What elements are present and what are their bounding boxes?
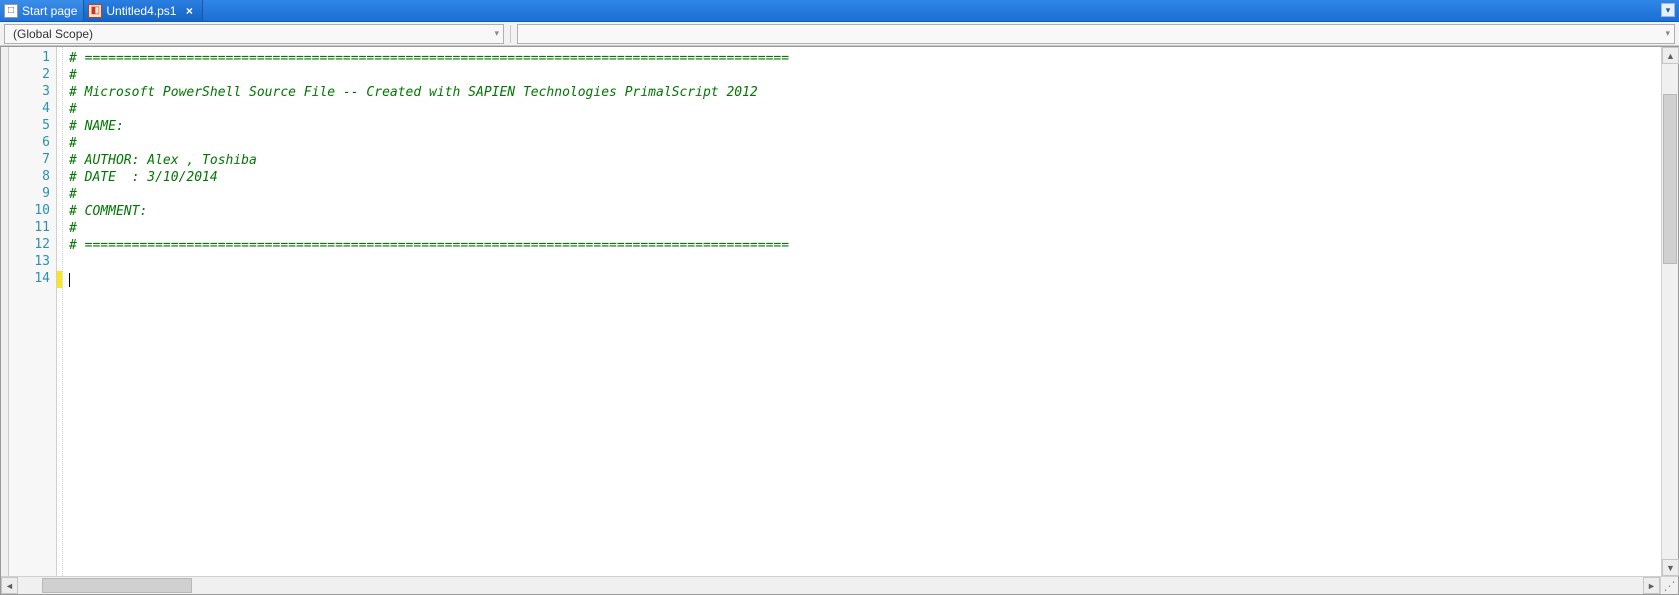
change-mark bbox=[57, 169, 62, 186]
scroll-down-icon[interactable]: ▼ bbox=[1662, 559, 1679, 576]
tab-overflow-button[interactable]: ▾ bbox=[1661, 3, 1675, 17]
vertical-scrollbar[interactable]: ▲ ▼ bbox=[1661, 47, 1678, 576]
horizontal-scrollbar[interactable]: ◄ ► ⋰ bbox=[1, 576, 1678, 594]
line-number: 12 bbox=[9, 237, 56, 254]
tab-untitled4[interactable]: ◧ Untitled4.ps1 × bbox=[84, 0, 203, 21]
change-mark bbox=[57, 84, 62, 101]
vscroll-thumb[interactable] bbox=[1663, 94, 1677, 264]
line-number: 10 bbox=[9, 203, 56, 220]
change-mark bbox=[57, 271, 62, 288]
code-line[interactable]: # bbox=[69, 135, 1661, 152]
code-area[interactable]: # ======================================… bbox=[63, 47, 1661, 576]
line-number: 5 bbox=[9, 118, 56, 135]
change-mark bbox=[57, 135, 62, 152]
resize-grip-icon[interactable]: ⋰ bbox=[1660, 577, 1678, 594]
code-line[interactable]: # bbox=[69, 220, 1661, 237]
line-number: 8 bbox=[9, 169, 56, 186]
close-icon[interactable]: × bbox=[182, 4, 196, 18]
scroll-up-icon[interactable]: ▲ bbox=[1662, 47, 1679, 64]
line-number: 1 bbox=[9, 50, 56, 67]
change-mark bbox=[57, 152, 62, 169]
code-line[interactable]: # bbox=[69, 101, 1661, 118]
tab-start-page[interactable]: □ Start page bbox=[0, 0, 84, 21]
powershell-file-icon: ◧ bbox=[88, 4, 102, 18]
tab-label: Untitled4.ps1 bbox=[106, 4, 176, 18]
code-line[interactable]: # ======================================… bbox=[69, 50, 1661, 67]
change-mark bbox=[57, 67, 62, 84]
change-mark bbox=[57, 50, 62, 67]
line-number: 7 bbox=[9, 152, 56, 169]
scroll-left-icon[interactable]: ◄ bbox=[1, 577, 18, 594]
doc-icon: □ bbox=[4, 4, 18, 18]
scope-combo[interactable]: (Global Scope) ▾ bbox=[4, 24, 504, 44]
code-line[interactable]: # AUTHOR: Alex , Toshiba bbox=[69, 152, 1661, 169]
line-number: 11 bbox=[9, 220, 56, 237]
line-number: 14 bbox=[9, 271, 56, 288]
change-mark bbox=[57, 237, 62, 254]
line-number: 13 bbox=[9, 254, 56, 271]
line-number: 4 bbox=[9, 101, 56, 118]
change-mark bbox=[57, 101, 62, 118]
scroll-right-icon[interactable]: ► bbox=[1643, 577, 1660, 594]
code-line[interactable]: # DATE : 3/10/2014 bbox=[69, 169, 1661, 186]
change-mark bbox=[57, 254, 62, 271]
code-line[interactable] bbox=[69, 254, 1661, 271]
code-line[interactable]: # ======================================… bbox=[69, 237, 1661, 254]
change-mark bbox=[57, 186, 62, 203]
margin-stub bbox=[1, 47, 9, 576]
chevron-down-icon: ▾ bbox=[494, 28, 499, 39]
code-line[interactable] bbox=[69, 271, 1661, 288]
code-line[interactable]: # bbox=[69, 67, 1661, 84]
vscroll-track[interactable] bbox=[1662, 64, 1678, 559]
hscroll-track[interactable] bbox=[18, 577, 1643, 594]
scope-bar: (Global Scope) ▾ ▾ bbox=[0, 22, 1679, 46]
change-mark bbox=[57, 203, 62, 220]
line-number: 2 bbox=[9, 67, 56, 84]
editor: 1234567891011121314 # ==================… bbox=[0, 46, 1679, 595]
code-line[interactable]: # bbox=[69, 186, 1661, 203]
divider bbox=[510, 25, 511, 43]
hscroll-thumb[interactable] bbox=[42, 578, 192, 593]
line-number: 9 bbox=[9, 186, 56, 203]
caret bbox=[69, 273, 70, 287]
scope-combo-value: (Global Scope) bbox=[13, 27, 93, 41]
code-line[interactable]: # NAME: bbox=[69, 118, 1661, 135]
code-line[interactable]: # Microsoft PowerShell Source File -- Cr… bbox=[69, 84, 1661, 101]
change-mark bbox=[57, 220, 62, 237]
chevron-down-icon: ▾ bbox=[1665, 28, 1670, 39]
tab-strip: □ Start page ◧ Untitled4.ps1 × ▾ bbox=[0, 0, 1679, 22]
member-combo[interactable]: ▾ bbox=[517, 24, 1675, 44]
line-number: 6 bbox=[9, 135, 56, 152]
tab-label: Start page bbox=[22, 4, 77, 18]
line-number: 3 bbox=[9, 84, 56, 101]
change-mark bbox=[57, 118, 62, 135]
code-line[interactable]: # COMMENT: bbox=[69, 203, 1661, 220]
line-number-gutter: 1234567891011121314 bbox=[9, 47, 57, 576]
